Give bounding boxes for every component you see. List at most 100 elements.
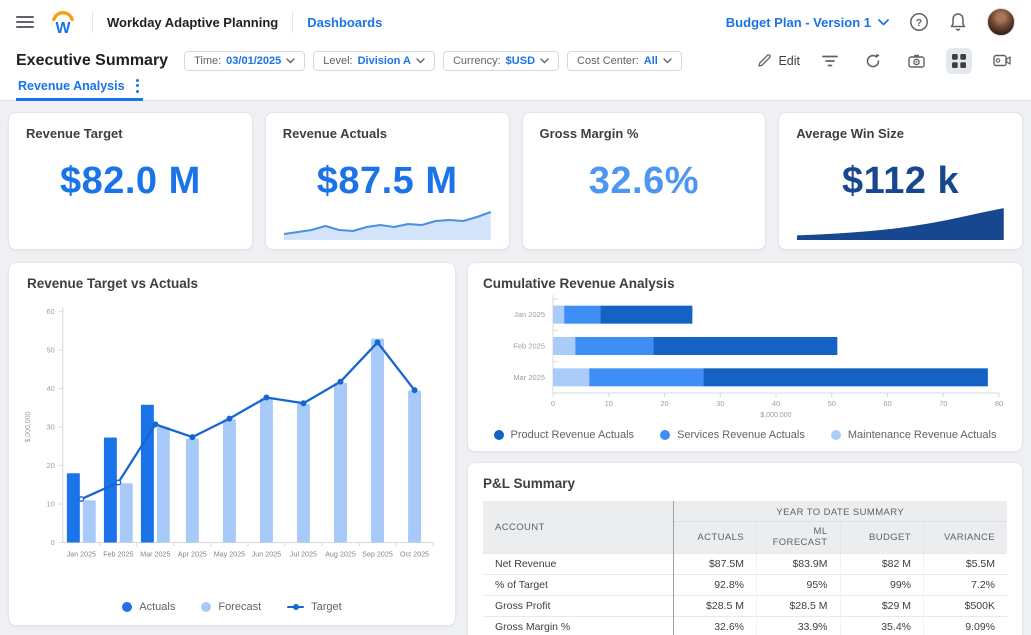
stacked-segment: [564, 306, 600, 324]
cumulative-revenue-analysis-card: Cumulative Revenue Analysis 010203040506…: [467, 262, 1023, 452]
chart-title: Revenue Target vs Actuals: [21, 276, 443, 291]
page-title: Executive Summary: [16, 52, 168, 70]
kpi-card-gross-margin: Gross Margin % 32.6%: [522, 112, 767, 250]
target-point: [190, 435, 195, 440]
filter-cost-center[interactable]: Cost Center: All: [567, 51, 682, 71]
nav-dashboards-link[interactable]: Dashboards: [307, 15, 382, 30]
filter-cost-center-value: All: [644, 55, 658, 67]
bar-actuals: [141, 405, 154, 543]
svg-text:50: 50: [828, 399, 836, 408]
filter-icon[interactable]: [817, 48, 843, 74]
svg-text:?: ?: [916, 17, 922, 29]
refresh-icon[interactable]: [860, 48, 886, 74]
legend-item: Actuals: [122, 601, 175, 613]
account-cell: Gross Profit: [483, 596, 673, 617]
stacked-segment: [653, 337, 837, 355]
menu-icon[interactable]: [16, 15, 34, 29]
table-row: % of Target92.8%95%99%7.2%: [483, 575, 1007, 596]
target-point: [227, 416, 232, 421]
value-cell: 7.2%: [924, 575, 1008, 596]
target-point: [79, 497, 84, 502]
toolbar-actions: Edit: [757, 48, 1015, 74]
bar-forecast: [260, 398, 273, 542]
kpi-card-average-win-size: Average Win Size $112 k: [778, 112, 1023, 250]
stacked-chart-svg: 01020304050607080$,000,000Jan 2025Feb 20…: [483, 291, 1007, 427]
pl-summary-header: ACCOUNTYEAR TO DATE SUMMARYACTUALSML FOR…: [483, 501, 1007, 554]
edit-button[interactable]: Edit: [757, 53, 800, 68]
value-cell: 33.9%: [757, 617, 841, 635]
svg-text:W: W: [56, 20, 71, 37]
svg-text:Jul 2025: Jul 2025: [290, 550, 317, 558]
workday-logo[interactable]: W: [48, 7, 78, 37]
svg-text:60: 60: [47, 307, 55, 316]
combo-chart-svg: 0102030405060Jan 2025Feb 2025Mar 2025Apr…: [21, 295, 443, 595]
table-row: Gross Margin %32.6%33.9%35.4%9.09%: [483, 617, 1007, 635]
header: W Workday Adaptive Planning Dashboards B…: [0, 0, 1031, 101]
bar-forecast: [223, 419, 236, 542]
legend-line-marker: [287, 606, 304, 609]
dashboard-content: Revenue Target $82.0 M Revenue Actuals $…: [0, 101, 1031, 635]
svg-text:0: 0: [51, 538, 55, 547]
legend-label: Maintenance Revenue Actuals: [848, 429, 997, 441]
average-win-size-trend: [797, 206, 1004, 240]
revenue-actuals-sparkline: [284, 206, 491, 240]
tab-options-kebab-icon[interactable]: [134, 79, 141, 93]
bar-actuals: [104, 437, 117, 542]
svg-text:80: 80: [995, 399, 1003, 408]
legend-item: Services Revenue Actuals: [660, 429, 805, 441]
svg-text:30: 30: [47, 423, 55, 432]
notifications-icon[interactable]: [949, 12, 967, 32]
target-point: [338, 379, 343, 384]
account-column-header: ACCOUNT: [483, 501, 673, 554]
right-column: Cumulative Revenue Analysis 010203040506…: [467, 262, 1023, 626]
filter-cost-center-label: Cost Center:: [577, 55, 639, 67]
legend-dot-marker: [494, 430, 504, 440]
svg-text:Sep 2025: Sep 2025: [362, 550, 393, 558]
column-header: BUDGET: [840, 522, 924, 554]
tab-label: Revenue Analysis: [18, 79, 125, 93]
top-bar-right: Budget Plan - Version 1 ?: [726, 8, 1015, 36]
chevron-down-icon: [416, 58, 425, 64]
kpi-title: Gross Margin %: [540, 126, 749, 141]
revenue-target-vs-actuals-card: Revenue Target vs Actuals 0102030405060J…: [8, 262, 456, 626]
stacked-segment: [575, 337, 653, 355]
legend-label: Actuals: [139, 601, 175, 613]
svg-text:Feb 2025: Feb 2025: [103, 550, 133, 558]
video-icon[interactable]: [989, 48, 1015, 74]
table-row: Net Revenue$87.5M$83.9M$82 M$5.5M: [483, 554, 1007, 575]
bar-forecast: [371, 339, 384, 543]
svg-text:May 2025: May 2025: [214, 550, 245, 558]
value-cell: $28.5 M: [673, 596, 757, 617]
value-cell: 95%: [757, 575, 841, 596]
target-point: [116, 480, 121, 485]
snapshot-camera-icon[interactable]: [903, 48, 929, 74]
grid-layout-icon[interactable]: [946, 48, 972, 74]
filter-level[interactable]: Level: Division A: [313, 51, 435, 71]
target-point: [264, 395, 269, 400]
version-selector[interactable]: Budget Plan - Version 1: [726, 15, 889, 30]
svg-text:20: 20: [660, 399, 668, 408]
chevron-down-icon: [540, 58, 549, 64]
tab-revenue-analysis[interactable]: Revenue Analysis: [16, 77, 143, 101]
svg-text:70: 70: [939, 399, 947, 408]
value-cell: 92.8%: [673, 575, 757, 596]
svg-text:Apr 2025: Apr 2025: [178, 550, 207, 558]
legend-label: Services Revenue Actuals: [677, 429, 805, 441]
chart-legend: Product Revenue ActualsServices Revenue …: [483, 427, 1007, 445]
help-icon[interactable]: ?: [909, 12, 929, 32]
user-avatar[interactable]: [987, 8, 1015, 36]
value-cell: 99%: [840, 575, 924, 596]
value-cell: $83.9M: [757, 554, 841, 575]
svg-text:40: 40: [772, 399, 780, 408]
svg-text:Oct 2025: Oct 2025: [400, 550, 429, 558]
svg-text:$,000,000: $,000,000: [760, 412, 791, 419]
svg-text:40: 40: [47, 384, 55, 393]
filter-time[interactable]: Time: 03/01/2025: [184, 51, 305, 71]
filter-currency[interactable]: Currency: $USD: [443, 51, 559, 71]
divider: [292, 11, 293, 33]
app-title: Workday Adaptive Planning: [107, 15, 278, 30]
pl-summary-card: P&L Summary ACCOUNTYEAR TO DATE SUMMARYA…: [467, 462, 1023, 635]
target-point: [412, 388, 417, 393]
value-cell: $5.5M: [924, 554, 1008, 575]
bar-forecast: [83, 500, 96, 542]
